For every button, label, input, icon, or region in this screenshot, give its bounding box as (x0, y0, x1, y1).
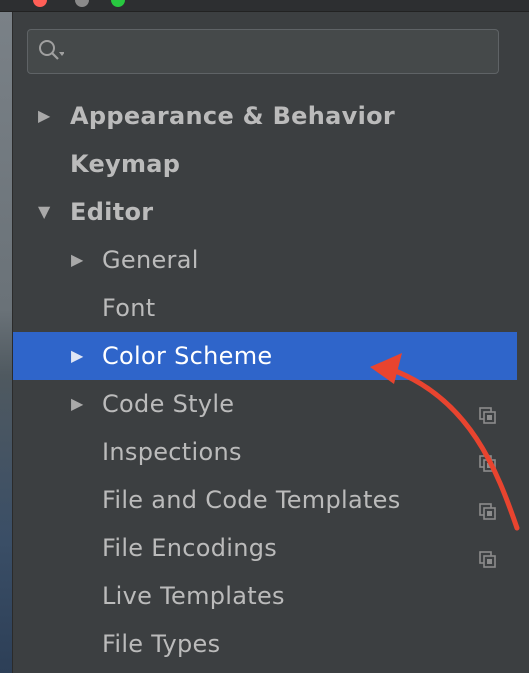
tree-item-general[interactable]: ▶ General (13, 236, 517, 284)
tree-item-color-scheme[interactable]: ▶ Color Scheme (13, 332, 517, 380)
tree-item-file-types[interactable]: File Types (13, 620, 517, 668)
tree-item-label: General (102, 246, 199, 274)
tree-item-editor[interactable]: ▼ Editor (13, 188, 517, 236)
tree-item-label: Code Style (102, 390, 235, 418)
settings-search-field[interactable] (27, 29, 499, 74)
tree-item-label: Keymap (70, 150, 181, 178)
tree-item-appearance-behavior[interactable]: ▶ Appearance & Behavior (13, 92, 517, 140)
tree-item-label: File Types (102, 630, 221, 658)
tree-item-label: Live Templates (102, 582, 285, 610)
tree-item-keymap[interactable]: Keymap (13, 140, 517, 188)
window-titlebar (0, 0, 529, 12)
tree-item-label: Color Scheme (102, 342, 273, 370)
tree-item-label: Editor (70, 198, 154, 226)
copy-icon (478, 490, 498, 520)
maximize-window-button[interactable] (111, 0, 125, 7)
copy-icon (478, 394, 498, 424)
tree-item-file-encodings[interactable]: File Encodings (13, 524, 517, 572)
tree-item-inspections[interactable]: Inspections (13, 428, 517, 476)
tree-item-font[interactable]: Font (13, 284, 517, 332)
tree-item-label: Font (102, 294, 156, 322)
expand-arrow-icon[interactable]: ▶ (71, 236, 84, 284)
tree-item-live-templates[interactable]: Live Templates (13, 572, 517, 620)
expand-arrow-icon[interactable]: ▶ (71, 332, 84, 380)
tree-item-label: Appearance & Behavior (70, 102, 396, 130)
tree-item-code-style[interactable]: ▶ Code Style (13, 380, 517, 428)
desktop-background-strip (0, 12, 12, 673)
expand-arrow-icon[interactable]: ▶ (38, 92, 51, 140)
copy-icon (478, 538, 498, 568)
collapse-arrow-icon[interactable]: ▼ (38, 188, 51, 236)
search-icon (38, 38, 65, 64)
expand-arrow-icon[interactable]: ▶ (71, 380, 84, 428)
tree-item-label: File Encodings (102, 534, 278, 562)
tree-item-label: Inspections (102, 438, 242, 466)
close-window-button[interactable] (33, 0, 47, 7)
tree-item-file-and-code-templates[interactable]: File and Code Templates (13, 476, 517, 524)
tree-item-label: File and Code Templates (102, 486, 401, 514)
copy-icon (478, 442, 498, 472)
minimize-window-button[interactable] (75, 0, 89, 7)
